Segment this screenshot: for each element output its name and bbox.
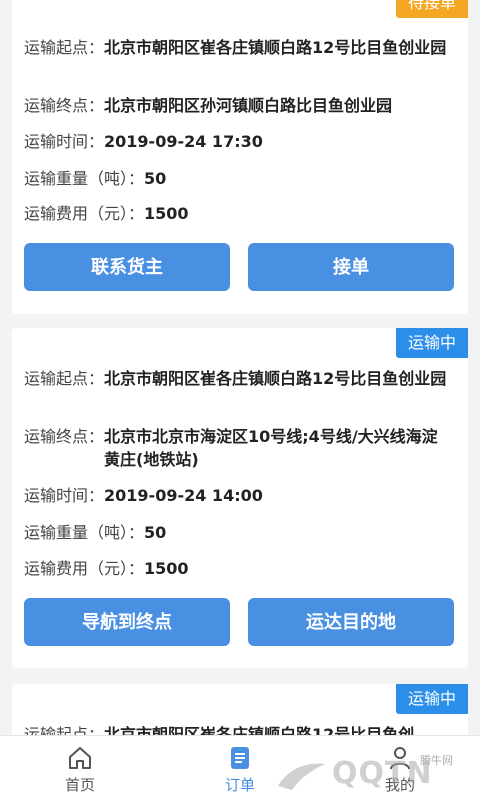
fee-row: 运输费用（元）： 1500 [24, 557, 452, 580]
home-icon [69, 747, 91, 769]
status-badge: 待接单 [395, 0, 468, 18]
fee-label: 运输费用（元）： [24, 204, 145, 223]
mark-delivered-button[interactable]: 运达目的地 [248, 598, 454, 646]
order-card: 待接单 运输起点： 北京市朝阳区崔各庄镇顺白路12号比目鱼创业园 运输终点： 北… [12, 0, 468, 314]
navigate-to-destination-button[interactable]: 导航到终点 [24, 598, 230, 646]
order-card: 运输中 运输起点： 北京市朝阳区崔各庄镇顺白路12号比目鱼创业园 运输终点： 北… [12, 328, 468, 668]
fee-value: 1500 [144, 204, 189, 223]
order-card: 运输中 运输起点： 北京市朝阳区崔各庄镇顺白路12号比目鱼创 [12, 684, 468, 735]
order-list-icon [231, 747, 249, 769]
weight-row: 运输重量（吨）： 50 [24, 167, 452, 190]
weight-value: 50 [144, 169, 167, 188]
origin-label: 运输起点： [24, 369, 105, 388]
weight-row: 运输重量（吨）： 50 [24, 521, 452, 544]
origin-row: 运输起点： 北京市朝阳区崔各庄镇顺白路12号比目鱼创业园 [24, 36, 452, 59]
origin-value: 北京市朝阳区崔各庄镇顺白路12号比目鱼创业园 [104, 369, 447, 388]
time-row: 运输时间： 2019-09-24 14:00 [24, 484, 452, 507]
tab-home-label: 首页 [64, 776, 95, 794]
watermark: QQTN 腾牛网 [270, 752, 475, 798]
time-label: 运输时间： [24, 486, 105, 505]
time-label: 运输时间： [24, 132, 105, 151]
origin-value: 北京市朝阳区崔各庄镇顺白路12号比目鱼创业园 [104, 38, 447, 57]
tab-home[interactable]: 首页 [0, 736, 160, 800]
watermark-site: 腾牛网 [420, 754, 453, 767]
contact-shipper-button[interactable]: 联系货主 [24, 243, 230, 291]
status-badge: 运输中 [395, 328, 468, 358]
origin-row: 运输起点： 北京市朝阳区崔各庄镇顺白路12号比目鱼创业园 [24, 367, 452, 390]
dest-label: 运输终点： [24, 96, 105, 115]
dest-row: 运输终点： 北京市朝阳区孙河镇顺白路比目鱼创业园 [24, 94, 452, 117]
dest-value: 北京市朝阳区孙河镇顺白路比目鱼创业园 [104, 96, 393, 115]
origin-value: 北京市朝阳区崔各庄镇顺白路12号比目鱼创 [104, 725, 415, 735]
dest-value: 北京市北京市海淀区10号线;4号线/大兴线海淀黄庄(地铁站) [104, 427, 438, 469]
weight-label: 运输重量（吨）： [24, 523, 145, 542]
time-row: 运输时间： 2019-09-24 17:30 [24, 130, 452, 153]
watermark-logo-icon [278, 763, 325, 790]
fee-value: 1500 [144, 559, 189, 578]
time-value: 2019-09-24 17:30 [104, 132, 263, 151]
status-badge: 运输中 [395, 684, 468, 714]
origin-label: 运输起点： [24, 725, 105, 735]
weight-label: 运输重量（吨）： [24, 169, 145, 188]
dest-label: 运输终点： [24, 427, 105, 446]
time-value: 2019-09-24 14:00 [104, 486, 263, 505]
dest-row: 运输终点： 北京市北京市海淀区10号线;4号线/大兴线海淀黄庄(地铁站) [24, 425, 452, 471]
origin-row: 运输起点： 北京市朝阳区崔各庄镇顺白路12号比目鱼创 [24, 723, 452, 735]
order-list: 待接单 运输起点： 北京市朝阳区崔各庄镇顺白路12号比目鱼创业园 运输终点： 北… [0, 0, 480, 735]
origin-label: 运输起点： [24, 38, 105, 57]
weight-value: 50 [144, 523, 167, 542]
watermark-text: QQTN [332, 756, 433, 791]
accept-order-button[interactable]: 接单 [248, 243, 454, 291]
fee-label: 运输费用（元）： [24, 559, 145, 578]
fee-row: 运输费用（元）： 1500 [24, 202, 452, 225]
